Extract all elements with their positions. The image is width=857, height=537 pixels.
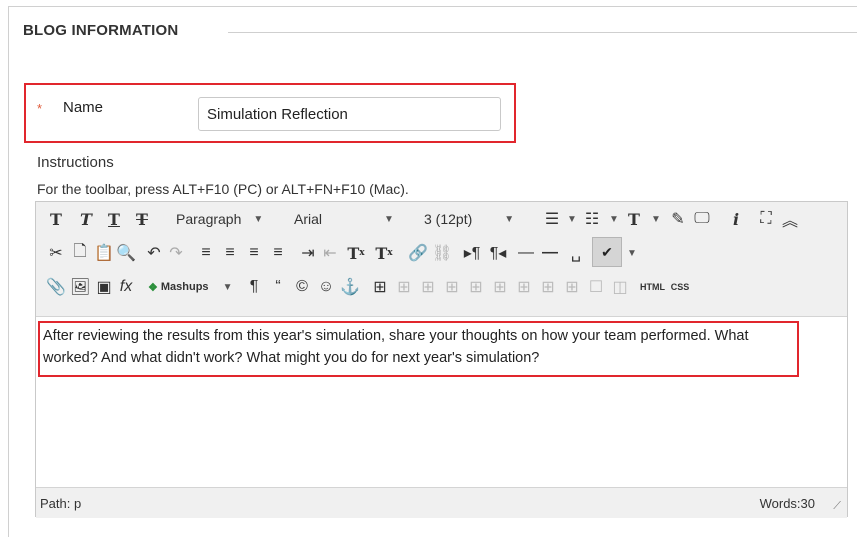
nbsp-icon[interactable]: ␣ [566,241,586,265]
info-icon[interactable]: i [726,207,746,231]
table-merge-icon[interactable]: ⊞ [466,275,486,299]
preview-icon[interactable]: 🖵 [692,207,712,231]
bold-button[interactable]: T [46,207,66,231]
pencil-icon[interactable]: ✎ [668,207,688,231]
text-color-icon[interactable]: T [624,207,644,231]
rtl-icon[interactable]: ¶◂ [488,241,508,265]
undo-icon[interactable]: ↶ [144,241,164,265]
editor-statusbar: Path: p Words:30 ⟋ [36,487,847,518]
table-layout-icon[interactable]: ◫ [610,275,630,299]
mashups-icon: ❖ [148,281,158,294]
cut-icon[interactable]: ✂ [46,241,66,265]
table-row-icon[interactable]: ⊞ [394,275,414,299]
superscript-label: T [347,243,360,263]
chevron-down-icon[interactable]: ▼ [646,207,666,231]
size-select[interactable]: 3 (12pt) ▼ [424,207,514,231]
emoticon-icon[interactable]: ☺ [316,275,336,299]
mashups-button[interactable]: ❖ Mashups ▼ [148,275,232,299]
format-select-value: Paragraph [176,211,242,227]
toolbar-row-1: T T T T Paragraph ▼ Arial ▼ 3 (12pt) ▼ ☰ ▼ … [36,202,847,236]
align-left-icon[interactable]: ≡ [196,241,216,265]
name-input[interactable] [198,97,501,131]
chevron-down-icon: ▼ [504,213,515,225]
chevron-down-icon: ▼ [222,281,233,293]
align-right-icon[interactable]: ≡ [244,241,264,265]
bullet-list-icon[interactable]: ☰ [542,207,562,231]
table-cell-icon[interactable]: ⊞ [442,275,462,299]
unlink-icon[interactable]: ⛓ [432,241,452,265]
chevron-down-icon: ▼ [253,213,264,225]
link-icon[interactable]: 🔗 [408,241,428,265]
toolbar-row-3: 📎 🖼 ▣ fx ❖ Mashups ▼ ¶ “ © ☺ ⚓ ⊞ ⊞ ⊞ ⊞ ⊞ ⊞… [36,270,847,304]
underline-button[interactable]: T [104,207,124,231]
anchor-icon[interactable]: ⚓ [340,275,360,299]
element-path: Path: p [40,496,82,511]
find-icon[interactable]: 🔍 [116,241,136,265]
font-select[interactable]: Arial ▼ [294,207,394,231]
html-button[interactable]: HTML [640,275,665,299]
copy-icon[interactable]: 🗋 [70,241,90,265]
horizontal-line-icon[interactable]: — [540,241,560,265]
paragraph-icon[interactable]: ¶ [244,275,264,299]
table-icon[interactable]: ⊞ [370,275,390,299]
table-props-icon[interactable]: ⊞ [538,275,558,299]
paste-icon[interactable]: 📋 [94,241,114,265]
chevron-down-icon: ▼ [384,213,394,225]
redo-icon[interactable]: ↷ [166,241,186,265]
required-icon: * [37,101,43,116]
table-border-icon[interactable]: ⊞ [562,275,582,299]
name-label: Name [63,99,104,116]
resize-grip-icon[interactable]: ⟋ [833,500,841,513]
editor-toolbar: T T T T Paragraph ▼ Arial ▼ 3 (12pt) ▼ ☰ ▼ … [36,202,847,317]
spellcheck-icon[interactable]: ✔ [592,237,622,267]
outdent-icon[interactable]: ⇤ [320,241,340,265]
subscript-label: T [375,243,388,263]
fullscreen-icon[interactable]: ⛶ [756,207,776,231]
numbered-list-icon[interactable]: ☷ [582,207,602,231]
mashups-label: Mashups [160,281,209,293]
css-button[interactable]: CSS [670,275,690,299]
table-delete-icon[interactable]: ⊞ [514,275,534,299]
horizontal-rule-icon[interactable]: — [516,241,536,265]
table-col-icon[interactable]: ⊞ [418,275,438,299]
ltr-icon[interactable]: ▸¶ [462,241,482,265]
rich-text-editor: T T T T Paragraph ▼ Arial ▼ 3 (12pt) ▼ ☰ ▼ … [35,201,848,518]
table-split-icon[interactable]: ⊞ [490,275,510,299]
attach-icon[interactable]: 📎 [46,275,66,299]
section-title: BLOG INFORMATION [23,22,179,39]
copyright-icon[interactable]: © [292,275,312,299]
editor-content-area[interactable]: After reviewing the results from this ye… [36,317,847,487]
italic-button[interactable]: T [76,207,96,231]
chevron-down-icon[interactable]: ▼ [562,207,582,231]
section-divider [228,32,857,33]
chevron-down-icon[interactable]: ▼ [604,207,624,231]
instructions-label: Instructions [37,154,114,171]
media-icon[interactable]: ▣ [94,275,114,299]
chevron-down-icon[interactable]: ▼ [622,241,642,265]
table-cell-props-icon[interactable]: ☐ [586,275,606,299]
subscript-button[interactable]: Tx [374,241,394,265]
indent-icon[interactable]: ⇥ [298,241,318,265]
collapse-toolbar-icon[interactable]: ︽ [780,207,800,231]
math-icon[interactable]: fx [116,275,136,299]
font-select-value: Arial [294,211,323,227]
superscript-button[interactable]: Tx [346,241,366,265]
image-icon[interactable]: 🖼 [70,275,90,299]
blockquote-icon[interactable]: “ [268,275,288,299]
toolbar-row-2: ✂ 🗋 📋 🔍 ↶ ↷ ≡ ≡ ≡ ≡ ⇥ ⇤ Tx Tx 🔗 ⛓ ▸¶ ¶◂ … [36,236,847,270]
size-select-value: 3 (12pt) [424,211,473,227]
strikethrough-button[interactable]: T [132,207,152,231]
align-center-icon[interactable]: ≡ [220,241,240,265]
format-select[interactable]: Paragraph ▼ [176,207,263,231]
word-count: Words:30 [759,496,815,511]
justify-icon[interactable]: ≡ [268,241,288,265]
toolbar-hint: For the toolbar, press ALT+F10 (PC) or A… [37,181,409,197]
editor-text: After reviewing the results from this ye… [43,328,749,366]
